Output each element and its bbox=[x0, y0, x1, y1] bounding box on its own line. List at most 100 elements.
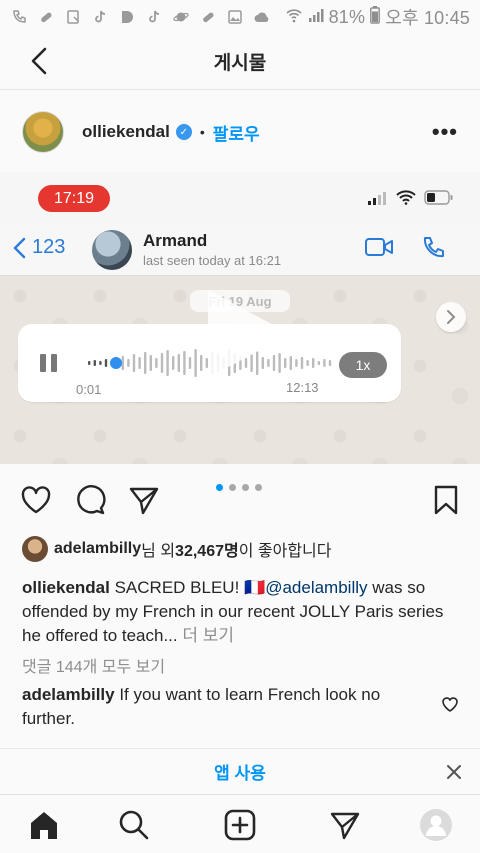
chevron-left-icon bbox=[31, 47, 47, 75]
nav-create[interactable] bbox=[222, 807, 258, 843]
phone-call-icon bbox=[423, 237, 444, 258]
waveform-bar bbox=[104, 359, 108, 367]
nav-search[interactable] bbox=[116, 807, 152, 843]
contact-avatar bbox=[92, 230, 132, 270]
waveform-bar bbox=[99, 361, 102, 365]
link-icon bbox=[37, 8, 55, 26]
call-time-pill: 17:19 bbox=[38, 185, 110, 212]
battery-icon bbox=[370, 5, 381, 29]
send-icon bbox=[330, 812, 360, 840]
waveform-bar bbox=[155, 358, 158, 368]
waveform-bar bbox=[328, 360, 332, 366]
waveform-bar bbox=[177, 354, 180, 372]
waveform-bar bbox=[160, 353, 164, 373]
chat-back-count: 123 bbox=[32, 236, 66, 258]
d-app-icon bbox=[118, 8, 136, 26]
cloud-icon bbox=[253, 8, 271, 26]
playback-speed-pill: 1x bbox=[339, 352, 387, 378]
likes-summary[interactable]: adelambilly 님 외 32,467명 이 좋아합니다 bbox=[22, 536, 331, 562]
carousel-next-button[interactable] bbox=[436, 302, 466, 332]
chat-header: 123 Armand last seen today at 16:21 bbox=[0, 222, 480, 276]
search-icon bbox=[119, 810, 149, 840]
waveform-bar bbox=[306, 360, 309, 366]
link-icon bbox=[199, 8, 217, 26]
caption-mention[interactable]: @adelambilly bbox=[265, 578, 367, 597]
waveform-bar bbox=[188, 357, 192, 369]
author-username[interactable]: olliekendal bbox=[82, 122, 170, 142]
waveform-bar bbox=[88, 361, 91, 365]
verified-badge-icon: ✓ bbox=[175, 124, 192, 140]
like-button[interactable] bbox=[18, 482, 54, 518]
banner-close-button[interactable] bbox=[442, 760, 466, 784]
comment-item: adelambilly If you want to learn French … bbox=[22, 683, 432, 731]
embedded-status-bar: 17:19 bbox=[0, 180, 480, 216]
last-seen: last seen today at 16:21 bbox=[143, 253, 282, 268]
signal-icon bbox=[368, 191, 386, 205]
wifi-calling-icon bbox=[285, 6, 303, 29]
waveform-bar bbox=[138, 357, 141, 369]
view-all-comments-link[interactable]: 댓글 144개 모두 보기 bbox=[22, 653, 165, 677]
caption-author[interactable]: olliekendal bbox=[22, 578, 110, 597]
comment-button[interactable] bbox=[72, 482, 108, 518]
separator-dot: • bbox=[199, 124, 205, 140]
author-avatar[interactable] bbox=[22, 111, 64, 153]
clock: 오후 10:45 bbox=[385, 8, 470, 28]
waveform-bar bbox=[166, 350, 169, 376]
back-button[interactable] bbox=[22, 44, 56, 78]
top-header: 게시물 bbox=[0, 34, 480, 90]
open-app-banner: 앱 사용 bbox=[0, 748, 480, 794]
play-icon[interactable] bbox=[198, 286, 294, 382]
voice-elapsed-time: 0:01 bbox=[76, 382, 102, 397]
carousel-dot bbox=[216, 484, 223, 491]
phone-alert-icon bbox=[10, 8, 28, 26]
nav-direct[interactable] bbox=[327, 807, 363, 843]
comment-icon bbox=[77, 485, 106, 515]
planet-icon bbox=[172, 8, 190, 26]
waveform-bar bbox=[317, 361, 320, 365]
voice-duration: 12:13 bbox=[286, 380, 319, 395]
waveform-bar bbox=[144, 352, 147, 374]
post-media[interactable]: 17:19 123 Armand last seen today at 16:2… bbox=[0, 172, 480, 464]
profile-avatar-icon bbox=[420, 809, 452, 841]
battery-percent: 81% bbox=[328, 6, 366, 27]
waveform-bar bbox=[312, 358, 315, 368]
more-options-icon[interactable]: ••• bbox=[432, 119, 458, 145]
likes-suffix-2: 이 좋아합니다 bbox=[238, 543, 332, 560]
liker-avatar bbox=[22, 536, 48, 562]
wifi-icon bbox=[396, 190, 416, 205]
post-actions bbox=[0, 468, 480, 532]
waveform-bar bbox=[323, 359, 326, 367]
comment-like-button[interactable] bbox=[441, 696, 461, 716]
battery-icon bbox=[424, 190, 453, 205]
waveform-bar bbox=[149, 355, 152, 371]
gallery-icon bbox=[226, 8, 244, 26]
liker-username[interactable]: adelambilly bbox=[54, 540, 141, 558]
notification-icons bbox=[10, 8, 271, 26]
comment-author[interactable]: adelambilly bbox=[22, 685, 115, 704]
save-button[interactable] bbox=[428, 482, 464, 518]
waveform-bar bbox=[172, 356, 175, 370]
likes-count[interactable]: 32,467명 bbox=[175, 537, 239, 561]
waveform-bar bbox=[194, 349, 197, 377]
bottom-navigation bbox=[0, 794, 480, 853]
nav-home[interactable] bbox=[26, 807, 62, 843]
carousel-dot bbox=[255, 484, 262, 491]
playback-position-knob bbox=[110, 357, 122, 369]
use-app-button[interactable]: 앱 사용 bbox=[214, 759, 266, 784]
nav-profile[interactable] bbox=[418, 807, 454, 843]
caption-text: SACRED BLEU! 🇫🇷 bbox=[109, 578, 266, 597]
carousel-dot bbox=[229, 484, 236, 491]
chevron-left-icon bbox=[13, 237, 26, 258]
caption-more-link[interactable]: 더 보기 bbox=[178, 626, 234, 645]
contact-name: Armand bbox=[143, 231, 208, 250]
home-icon bbox=[31, 812, 57, 839]
share-button[interactable] bbox=[126, 482, 162, 518]
heart-icon bbox=[442, 697, 458, 712]
waveform-bar bbox=[183, 351, 186, 375]
add-post-icon bbox=[224, 809, 256, 841]
tiktok-icon bbox=[91, 8, 109, 26]
bookmark-icon bbox=[434, 485, 458, 515]
waveform-bar bbox=[132, 354, 136, 372]
follow-button[interactable]: 팔로우 bbox=[213, 120, 260, 145]
chat-back-button: 123 bbox=[12, 236, 65, 259]
